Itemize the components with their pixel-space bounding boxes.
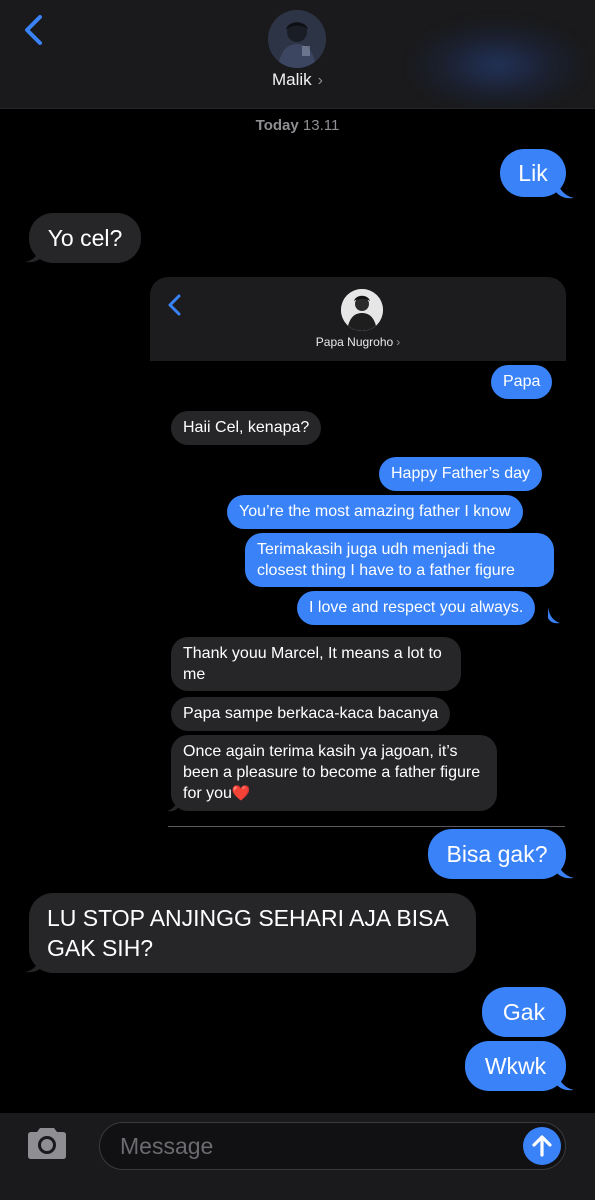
bubble-tail — [556, 858, 574, 879]
camera-icon — [28, 1128, 66, 1159]
embedded-message-outgoing: Papa — [491, 365, 553, 399]
timestamp-day: Today — [255, 117, 299, 134]
back-chevron-icon — [168, 294, 181, 316]
heart-emoji-icon: ❤️ — [231, 785, 251, 802]
message-bubble-outgoing[interactable]: Bisa gak? — [428, 829, 566, 879]
message-text: Once again terima kasih ya jagoan, it’s … — [183, 743, 481, 802]
message-bubble-outgoing[interactable]: Gak — [482, 987, 566, 1037]
bubble-tail — [25, 952, 43, 973]
send-arrow-icon — [532, 1135, 552, 1157]
message-input[interactable] — [118, 1123, 512, 1170]
message-bubble-incoming[interactable]: LU STOP ANJINGG SEHARI AJA BISA GAK SIH? — [29, 893, 476, 973]
send-button[interactable] — [523, 1127, 561, 1165]
message-text: Terimakasih juga udh menjadi the closest… — [257, 541, 515, 579]
header-blur-decoration — [410, 20, 585, 108]
embedded-screenshot-image[interactable]: Papa Nugroho › Papa Haii Cel, kenapa? Hap… — [150, 277, 566, 827]
embedded-message-incoming: Thank youu Marcel, It means a lot to me — [171, 637, 461, 691]
back-chevron-icon — [25, 15, 42, 45]
embedded-contact-name: Papa Nugroho — [315, 335, 394, 349]
camera-button[interactable] — [24, 1125, 70, 1163]
contact-name: Malik — [272, 70, 312, 89]
message-text: Haii Cel, kenapa? — [183, 419, 310, 436]
bubble-tail — [167, 795, 179, 812]
avatar-photo — [341, 289, 383, 331]
bubble-tail — [25, 242, 43, 263]
message-text: Papa — [503, 373, 541, 390]
message-text: Lik — [518, 160, 548, 186]
embedded-contact-avatar — [341, 289, 383, 331]
contact-name-row[interactable]: Malik › — [0, 70, 595, 90]
avatar-photo — [268, 10, 326, 68]
message-bubble-outgoing[interactable]: Wkwk — [465, 1041, 566, 1091]
message-text: Wkwk — [484, 1053, 547, 1079]
message-text: Yo cel? — [47, 225, 123, 251]
chevron-right-icon: › — [317, 72, 323, 89]
message-text: I love and respect you always. — [309, 599, 524, 616]
conversation-timestamp: Today 13.11 — [0, 117, 595, 134]
embedded-header: Papa Nugroho › — [150, 277, 566, 361]
message-text: Thank youu Marcel, It means a lot to me — [183, 645, 442, 683]
message-text: Happy Father’s day — [391, 465, 531, 482]
embedded-message-outgoing: Terimakasih juga udh menjadi the closest… — [245, 533, 554, 587]
embedded-message-outgoing: Happy Father’s day — [379, 457, 543, 491]
embedded-contact-name-row: Papa Nugroho › — [150, 335, 566, 349]
contact-avatar[interactable] — [268, 10, 326, 68]
bubble-tail — [556, 1070, 574, 1091]
embedded-message-outgoing: I love and respect you always. — [297, 591, 536, 625]
message-text: Gak — [502, 999, 546, 1025]
message-bubble-incoming[interactable]: Yo cel? — [29, 213, 141, 263]
message-text: Bisa gak? — [446, 841, 548, 867]
chevron-right-icon: › — [396, 335, 401, 349]
embedded-message-incoming: Haii Cel, kenapa? — [171, 411, 322, 445]
conversation-header: Malik › — [0, 0, 595, 109]
message-text: LU STOP ANJINGG SEHARI AJA BISA GAK SIH? — [47, 905, 448, 961]
back-button[interactable] — [18, 12, 52, 52]
embedded-screenshot-edge — [168, 826, 565, 827]
message-input-bar — [0, 1113, 595, 1200]
message-field[interactable] — [99, 1122, 566, 1170]
message-text: Papa sampe berkaca-kaca bacanya — [183, 705, 439, 722]
embedded-message-incoming: Papa sampe berkaca-kaca bacanya — [171, 697, 451, 731]
embedded-message-outgoing: You’re the most amazing father I know — [227, 495, 523, 529]
bubble-tail — [548, 607, 560, 624]
message-text: You’re the most amazing father I know — [239, 503, 511, 520]
embedded-message-incoming: Once again terima kasih ya jagoan, it’s … — [171, 735, 497, 811]
timestamp-time: 13.11 — [302, 117, 340, 134]
bubble-tail — [556, 178, 574, 199]
